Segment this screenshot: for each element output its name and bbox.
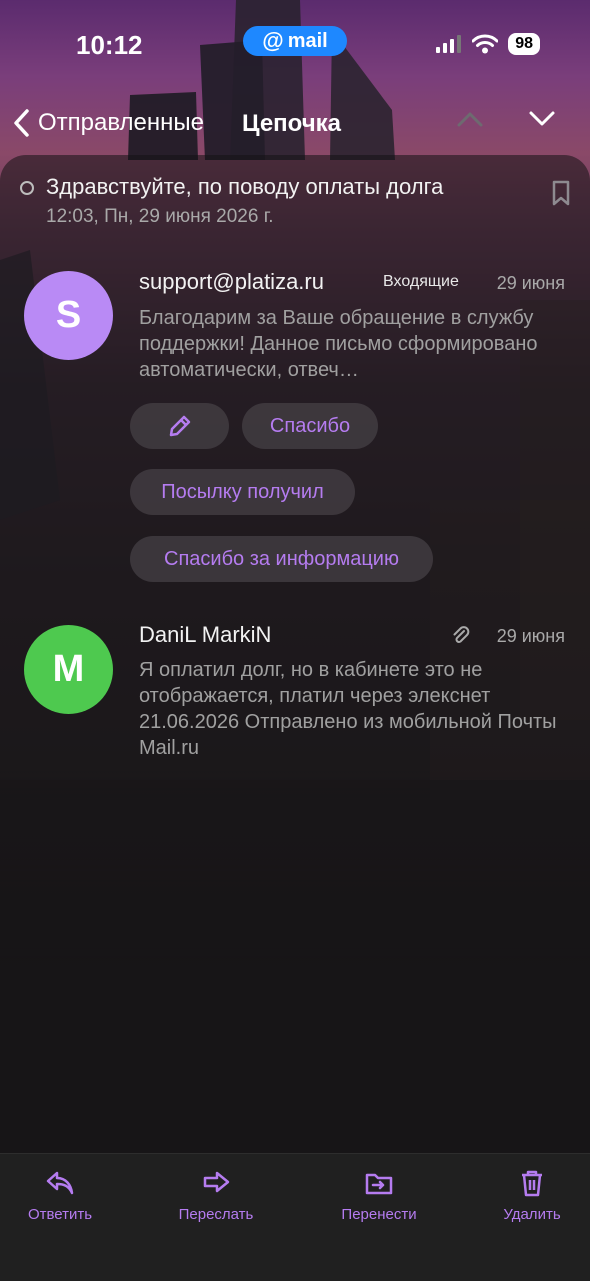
reply-label: Ответить [27, 1206, 93, 1223]
avatar-letter: M [52, 648, 85, 690]
chevron-up-icon [457, 112, 483, 127]
next-thread-button[interactable] [528, 110, 556, 133]
sender-name: DaniL MarkiN [139, 622, 272, 647]
compose-reply-chip[interactable] [130, 403, 229, 449]
quick-reply-thanks-info[interactable]: Спасибо за информацию [130, 536, 433, 582]
folder-move-icon [365, 1173, 393, 1195]
chevron-left-icon [14, 109, 29, 137]
bookmark-button[interactable] [552, 180, 570, 211]
thread-subject: Здравствуйте, по поводу оплаты долга [46, 174, 444, 199]
message-date: 29 июня [496, 626, 565, 646]
reply-button[interactable]: Ответить [24, 1168, 96, 1223]
reply-icon [46, 1171, 74, 1195]
bottom-toolbar: Ответить Переслать Перенести Удалить [0, 1153, 590, 1281]
at-icon: @ [262, 28, 284, 53]
attachment-icon [451, 626, 471, 651]
move-label: Перенести [341, 1206, 417, 1223]
unread-dot-icon [20, 181, 34, 195]
pencil-icon [169, 415, 190, 437]
avatar: S [24, 271, 113, 360]
page-title: Цепочка [242, 110, 342, 137]
trash-icon [522, 1170, 542, 1197]
status-bar: 10:12 @ mail 98 [0, 0, 590, 90]
avatar-letter: S [55, 294, 82, 336]
back-label: Отправленные [38, 109, 205, 136]
status-time: 10:12 [76, 30, 143, 60]
previous-thread-button[interactable] [456, 110, 484, 133]
folder-label: Входящие [383, 273, 459, 290]
message-item[interactable]: M DaniL MarkiN 29 июня Я оплатил долг, н… [0, 620, 590, 770]
sender-name: support@platiza.ru [139, 269, 324, 294]
mail-pill-label: mail [287, 29, 328, 52]
delete-button[interactable]: Удалить [500, 1168, 564, 1223]
quick-reply-thanks[interactable]: Спасибо [242, 403, 378, 449]
signal-icon [436, 35, 462, 53]
forward-label: Переслать [178, 1206, 254, 1223]
thread-date: 12:03, Пн, 29 июня 2026 г. [46, 206, 274, 227]
bookmark-icon [552, 180, 570, 206]
status-icons: 98 [436, 33, 540, 55]
avatar: M [24, 625, 113, 714]
message-date: 29 июня [496, 273, 565, 293]
move-button[interactable]: Перенести [336, 1168, 422, 1223]
nav-bar: Отправленные Цепочка [0, 100, 590, 146]
delete-label: Удалить [503, 1206, 561, 1223]
chevron-down-icon [529, 111, 555, 126]
message-preview: Благодарим за Ваше обращение в службу по… [139, 307, 538, 381]
forward-icon [203, 1171, 230, 1193]
battery-indicator: 98 [508, 33, 540, 55]
quick-reply-parcel-received[interactable]: Посылку получил [130, 469, 355, 515]
back-button[interactable]: Отправленные [12, 108, 204, 138]
message-preview: Я оплатил долг, но в кабинете это не ото… [139, 659, 557, 759]
message-item[interactable]: S support@platiza.ru Входящие 29 июня Бл… [0, 265, 590, 395]
mail-app-pill[interactable]: @ mail [243, 26, 347, 56]
forward-button[interactable]: Переслать [174, 1168, 258, 1223]
wifi-icon [472, 34, 499, 54]
